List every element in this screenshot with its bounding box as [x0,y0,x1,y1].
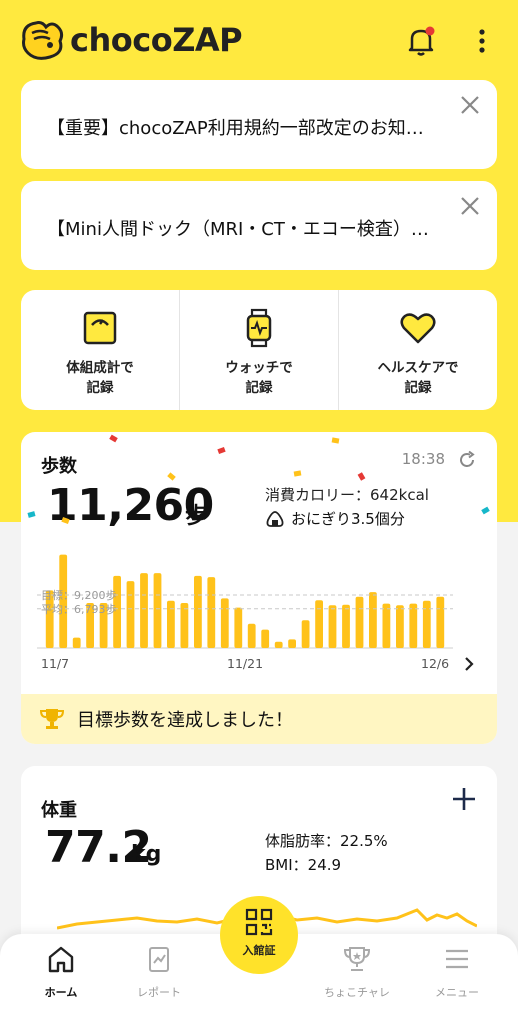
watch-icon [246,308,272,348]
logo-mark-icon [22,21,64,60]
heart-icon [400,313,436,344]
refresh-icon[interactable] [457,450,477,470]
checkin-pass-button[interactable]: 入館証 [220,896,298,974]
record-scale-label: 体組成計で 記録 [66,360,134,396]
nav-challenge-label: ちょこチャレ [324,986,390,999]
step-bar-11/21[interactable] [234,607,243,648]
app-header: chocoZAP [0,0,518,76]
app-logo: chocoZAP [20,18,243,62]
chevron-right-icon[interactable] [461,654,477,674]
step-bar-11/17[interactable] [180,603,189,648]
record-watch-label: ウォッチで 記録 [225,360,293,396]
calories-text: 消費カロリー：642kcal [265,486,429,504]
weight-unit: kg [131,842,162,867]
step-bar-11/9[interactable] [72,637,81,648]
trophy-icon [39,709,65,729]
confetti-piece [331,437,340,444]
step-bar-11/24[interactable] [274,641,283,648]
step-bar-12/6[interactable] [436,596,445,648]
steps-unit: 歩 [185,504,208,529]
step-bar-11/18[interactable] [194,575,202,648]
step-bar-11/16[interactable] [167,600,175,648]
body-fat-text: 体脂肪率：22.5% [265,832,388,850]
steps-card[interactable]: 歩数 18:38 11,260 歩 消費カロリー：642kcal おにぎり3.5… [21,432,497,744]
record-healthcare-label: ヘルスケアで 記録 [377,360,459,396]
nav-report[interactable]: レポート [114,944,204,1000]
record-watch-button[interactable]: ウォッチで 記録 [180,290,339,410]
step-bar-11/19[interactable] [207,577,216,648]
close-icon[interactable] [459,195,481,217]
more-options-icon[interactable] [470,24,494,58]
x-label-start: 11/7 [41,656,70,671]
close-icon[interactable] [459,94,481,116]
step-bar-12/2[interactable] [382,603,391,648]
step-bar-12/4[interactable] [409,603,418,648]
nav-home-label: ホーム [44,986,78,999]
average-label: 平均：6,793歩 [41,602,117,616]
notice-text: 【重要】chocoZAP利用規約一部改定のお知… [47,118,424,139]
step-bar-11/13[interactable] [126,581,135,648]
home-icon [48,946,74,973]
notice-text: 【Mini人間ドック（MRI・CT・エコー検査）… [47,219,429,240]
step-bar-11/30[interactable] [355,596,364,648]
record-body-scale-button[interactable]: 体組成計で 記録 [21,290,180,410]
step-bar-11/27[interactable] [315,600,323,648]
step-bar-11/14[interactable] [140,573,148,648]
notification-bell-icon[interactable] [404,24,438,58]
notice-card-terms[interactable]: 【重要】chocoZAP利用規約一部改定のお知… [21,80,497,169]
bmi-text: BMI：24.9 [265,856,342,874]
onigiri-equivalent: おにぎり3.5個分 [265,508,405,529]
x-label-end: 12/6 [421,656,450,671]
steps-updated-time: 18:38 [401,450,445,468]
report-icon [149,947,169,972]
nav-menu[interactable]: メニュー [412,944,502,1000]
step-bar-12/3[interactable] [396,605,404,648]
step-bar-11/28[interactable] [328,605,337,648]
record-healthcare-button[interactable]: ヘルスケアで 記録 [339,290,497,410]
step-bar-11/15[interactable] [153,573,162,648]
goal-achieved-banner: 目標歩数を達成しました！ [21,694,497,744]
step-bar-12/1[interactable] [369,592,377,648]
scale-icon [83,311,117,345]
step-bar-11/23[interactable] [261,629,270,648]
nav-home[interactable]: ホーム [16,944,106,1000]
step-bar-11/26[interactable] [301,620,310,648]
notice-card-dock[interactable]: 【Mini人間ドック（MRI・CT・エコー検査）… [21,181,497,270]
quick-record-panel: 体組成計で 記録 ウォッチで 記録 ヘルスケアで 記録 [21,290,497,410]
step-bar-11/22[interactable] [247,623,256,648]
nav-menu-label: メニュー [435,986,479,999]
trophy-nav-icon [343,947,371,971]
add-weight-icon[interactable] [451,786,477,812]
step-bar-11/29[interactable] [342,604,350,648]
qr-code-icon [245,908,273,936]
step-bar-11/25[interactable] [288,639,296,648]
hamburger-menu-icon [446,949,468,969]
steps-title: 歩数 [41,456,77,477]
onigiri-icon [266,510,284,527]
target-label: 目標：9,200歩 [41,588,117,602]
onigiri-text: おにぎり3.5個分 [291,510,405,528]
x-label-mid: 11/21 [227,656,264,671]
weight-title: 体重 [41,800,77,821]
nav-report-label: レポート [137,986,181,999]
step-bar-12/5[interactable] [422,600,431,648]
logo-text: chocoZAP [70,21,243,59]
step-bar-11/20[interactable] [220,598,229,648]
goal-message: 目標歩数を達成しました！ [77,710,293,731]
nav-challenge[interactable]: ちょこチャレ [312,944,402,1000]
checkin-label: 入館証 [242,944,276,957]
